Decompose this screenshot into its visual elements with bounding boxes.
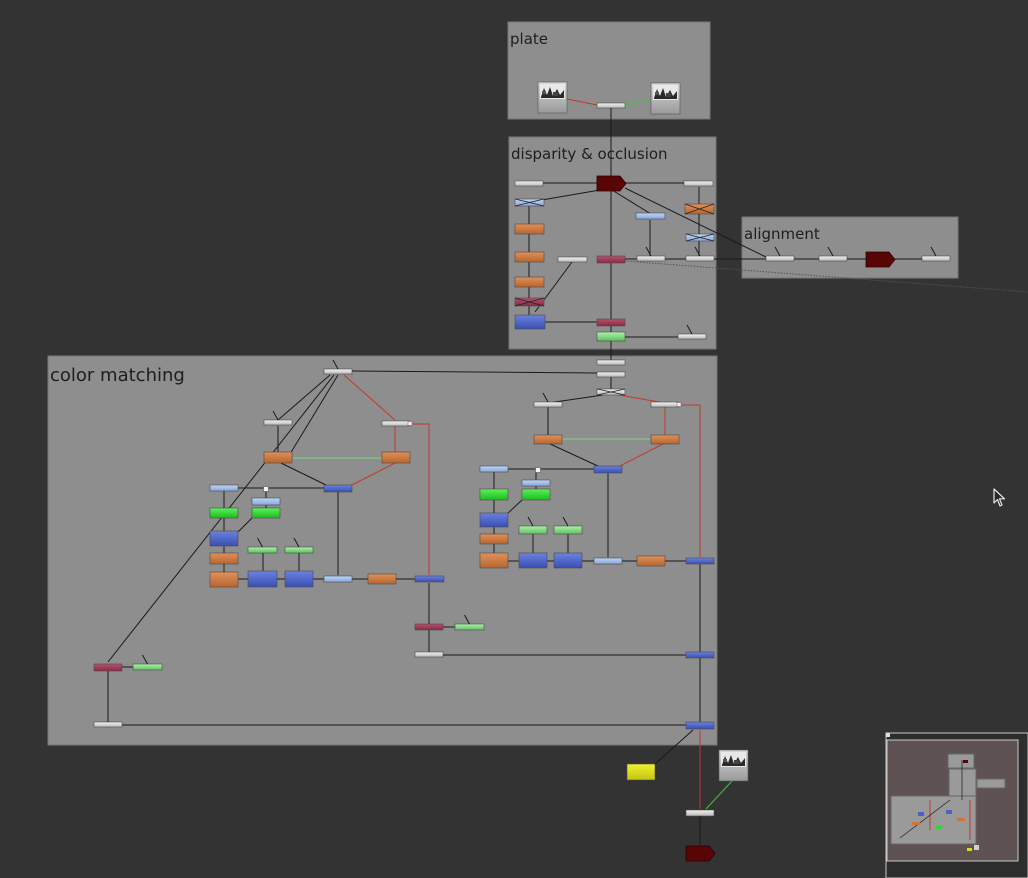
grade-node[interactable] [479, 533, 509, 545]
expression-node[interactable] [323, 575, 353, 583]
dot-pipe-node[interactable] [596, 359, 626, 366]
merge-x-node[interactable] [596, 388, 626, 396]
dot-pipe-node[interactable] [596, 371, 626, 378]
backdrop-alignment[interactable]: alignment [741, 216, 959, 279]
blur-node[interactable] [209, 530, 239, 547]
grade-node[interactable] [650, 434, 680, 445]
backdrop-color-matching[interactable]: color matching [47, 355, 718, 746]
merge-node[interactable] [685, 721, 715, 730]
backdrop-plate-label: plate [510, 30, 548, 48]
node-graph-canvas[interactable]: plate disparity & occlusion alignment co… [0, 0, 1028, 878]
grade-node[interactable] [479, 552, 509, 569]
grade-node[interactable] [263, 451, 293, 464]
grade-node[interactable] [514, 223, 545, 235]
merge-x-node[interactable] [685, 233, 715, 242]
grade-node[interactable] [533, 434, 563, 445]
grade-node[interactable] [514, 251, 545, 263]
backdrop-alignment-label: alignment [744, 225, 820, 243]
shuffle-node[interactable] [683, 180, 714, 187]
minimap-panel[interactable] [885, 732, 1028, 878]
blur-node[interactable] [479, 512, 509, 528]
expression-node[interactable] [635, 212, 666, 220]
plate-left-read-node[interactable] [537, 81, 568, 114]
shuffle-node[interactable] [93, 721, 123, 728]
plate-right-read-node[interactable] [650, 82, 681, 115]
vertical-aligner-node[interactable] [865, 251, 896, 268]
expression-node[interactable] [479, 465, 509, 473]
blur-node[interactable] [518, 552, 548, 569]
dot-node[interactable] [535, 467, 541, 473]
expression-node[interactable] [251, 497, 281, 506]
shuffle-node[interactable] [381, 420, 413, 427]
join-views-node[interactable] [596, 102, 626, 109]
merge-node[interactable] [414, 575, 445, 583]
merge-node[interactable] [593, 465, 623, 474]
keyer-node[interactable] [209, 507, 239, 519]
copy-node[interactable] [414, 623, 444, 631]
merge-x-node[interactable] [684, 203, 715, 215]
viewer-node[interactable] [626, 763, 656, 781]
merge-x-node[interactable] [514, 198, 545, 207]
blur-node[interactable] [514, 314, 546, 330]
join-views-output-node[interactable] [685, 809, 715, 817]
blur-node[interactable] [284, 570, 314, 588]
grade-node[interactable] [209, 552, 239, 565]
reference-read-node[interactable] [718, 749, 749, 782]
keyer-node[interactable] [251, 507, 281, 519]
grade-node[interactable] [367, 573, 397, 585]
expression-node[interactable] [521, 479, 551, 487]
grade-node[interactable] [636, 555, 666, 567]
copy-node[interactable] [596, 318, 626, 327]
merge-node[interactable] [685, 557, 715, 565]
backdrop-disparity-label: disparity & occlusion [511, 145, 668, 163]
merge-node[interactable] [685, 651, 715, 659]
grade-node[interactable] [514, 276, 545, 288]
copy-node[interactable] [93, 663, 123, 672]
expression-node[interactable] [209, 484, 239, 492]
colorcorrect-node[interactable] [596, 331, 626, 342]
copy-node[interactable] [596, 255, 626, 264]
final-write-node[interactable] [685, 845, 716, 862]
shuffle-node[interactable] [650, 401, 682, 408]
expression-node[interactable] [593, 557, 623, 565]
disparity-generator-node[interactable] [596, 175, 627, 192]
grade-node[interactable] [381, 451, 411, 464]
minimap-resize-handle[interactable] [886, 733, 890, 737]
shuffle-node[interactable] [557, 256, 588, 263]
blur-node[interactable] [247, 570, 278, 588]
backdrop-color-matching-label: color matching [50, 365, 185, 386]
shuffle-node[interactable] [414, 651, 444, 658]
keyer-node[interactable] [479, 488, 509, 501]
grade-node[interactable] [209, 571, 239, 588]
shuffle-node[interactable] [514, 180, 544, 187]
keyer-node[interactable] [521, 488, 551, 501]
blur-node[interactable] [553, 552, 583, 569]
dot-node[interactable] [263, 486, 269, 492]
mouse-cursor-icon [993, 488, 1006, 507]
merge-node[interactable] [323, 484, 353, 493]
merge-x-node[interactable] [514, 297, 545, 307]
